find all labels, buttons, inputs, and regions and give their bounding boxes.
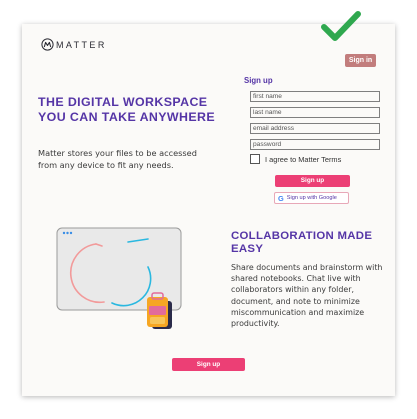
signup-submit-button[interactable]: Sign up [275, 175, 350, 187]
hero-description: Matter stores your files to be accessed … [38, 148, 197, 170]
google-signup-button[interactable]: G Sign up with Google [274, 192, 349, 204]
google-icon: G [278, 193, 284, 203]
footer-signup-button[interactable]: Sign up [172, 358, 245, 371]
first-name-field[interactable]: first name [250, 91, 380, 102]
brand-name: MATTER [56, 39, 107, 50]
last-name-field[interactable]: last name [250, 107, 380, 118]
collaboration-title: COLLABORATION MADE EASY [231, 230, 373, 256]
checkmark-icon [321, 11, 361, 41]
brand-logo[interactable]: MATTER [41, 38, 107, 51]
terms-checkbox[interactable] [250, 154, 260, 164]
hero-title: THE DIGITAL WORKSPACE YOU CAN TAKE ANYWH… [38, 95, 216, 124]
collaboration-illustration [56, 227, 182, 329]
email-field[interactable]: email address [250, 123, 380, 134]
signup-heading: Sign up [244, 76, 273, 85]
terms-label: I agree to Matter Terms [265, 154, 342, 164]
matter-logo-icon [41, 38, 54, 51]
password-field[interactable]: password [250, 139, 380, 150]
collaboration-description: Share documents and brainstorm with shar… [231, 263, 383, 329]
google-signup-label: Sign up with Google [286, 195, 337, 201]
landing-card: MATTER Sign in THE DIGITAL WORKSPACE YOU… [22, 11, 395, 396]
sign-in-button[interactable]: Sign in [345, 54, 376, 67]
terms-row: I agree to Matter Terms [250, 154, 341, 164]
